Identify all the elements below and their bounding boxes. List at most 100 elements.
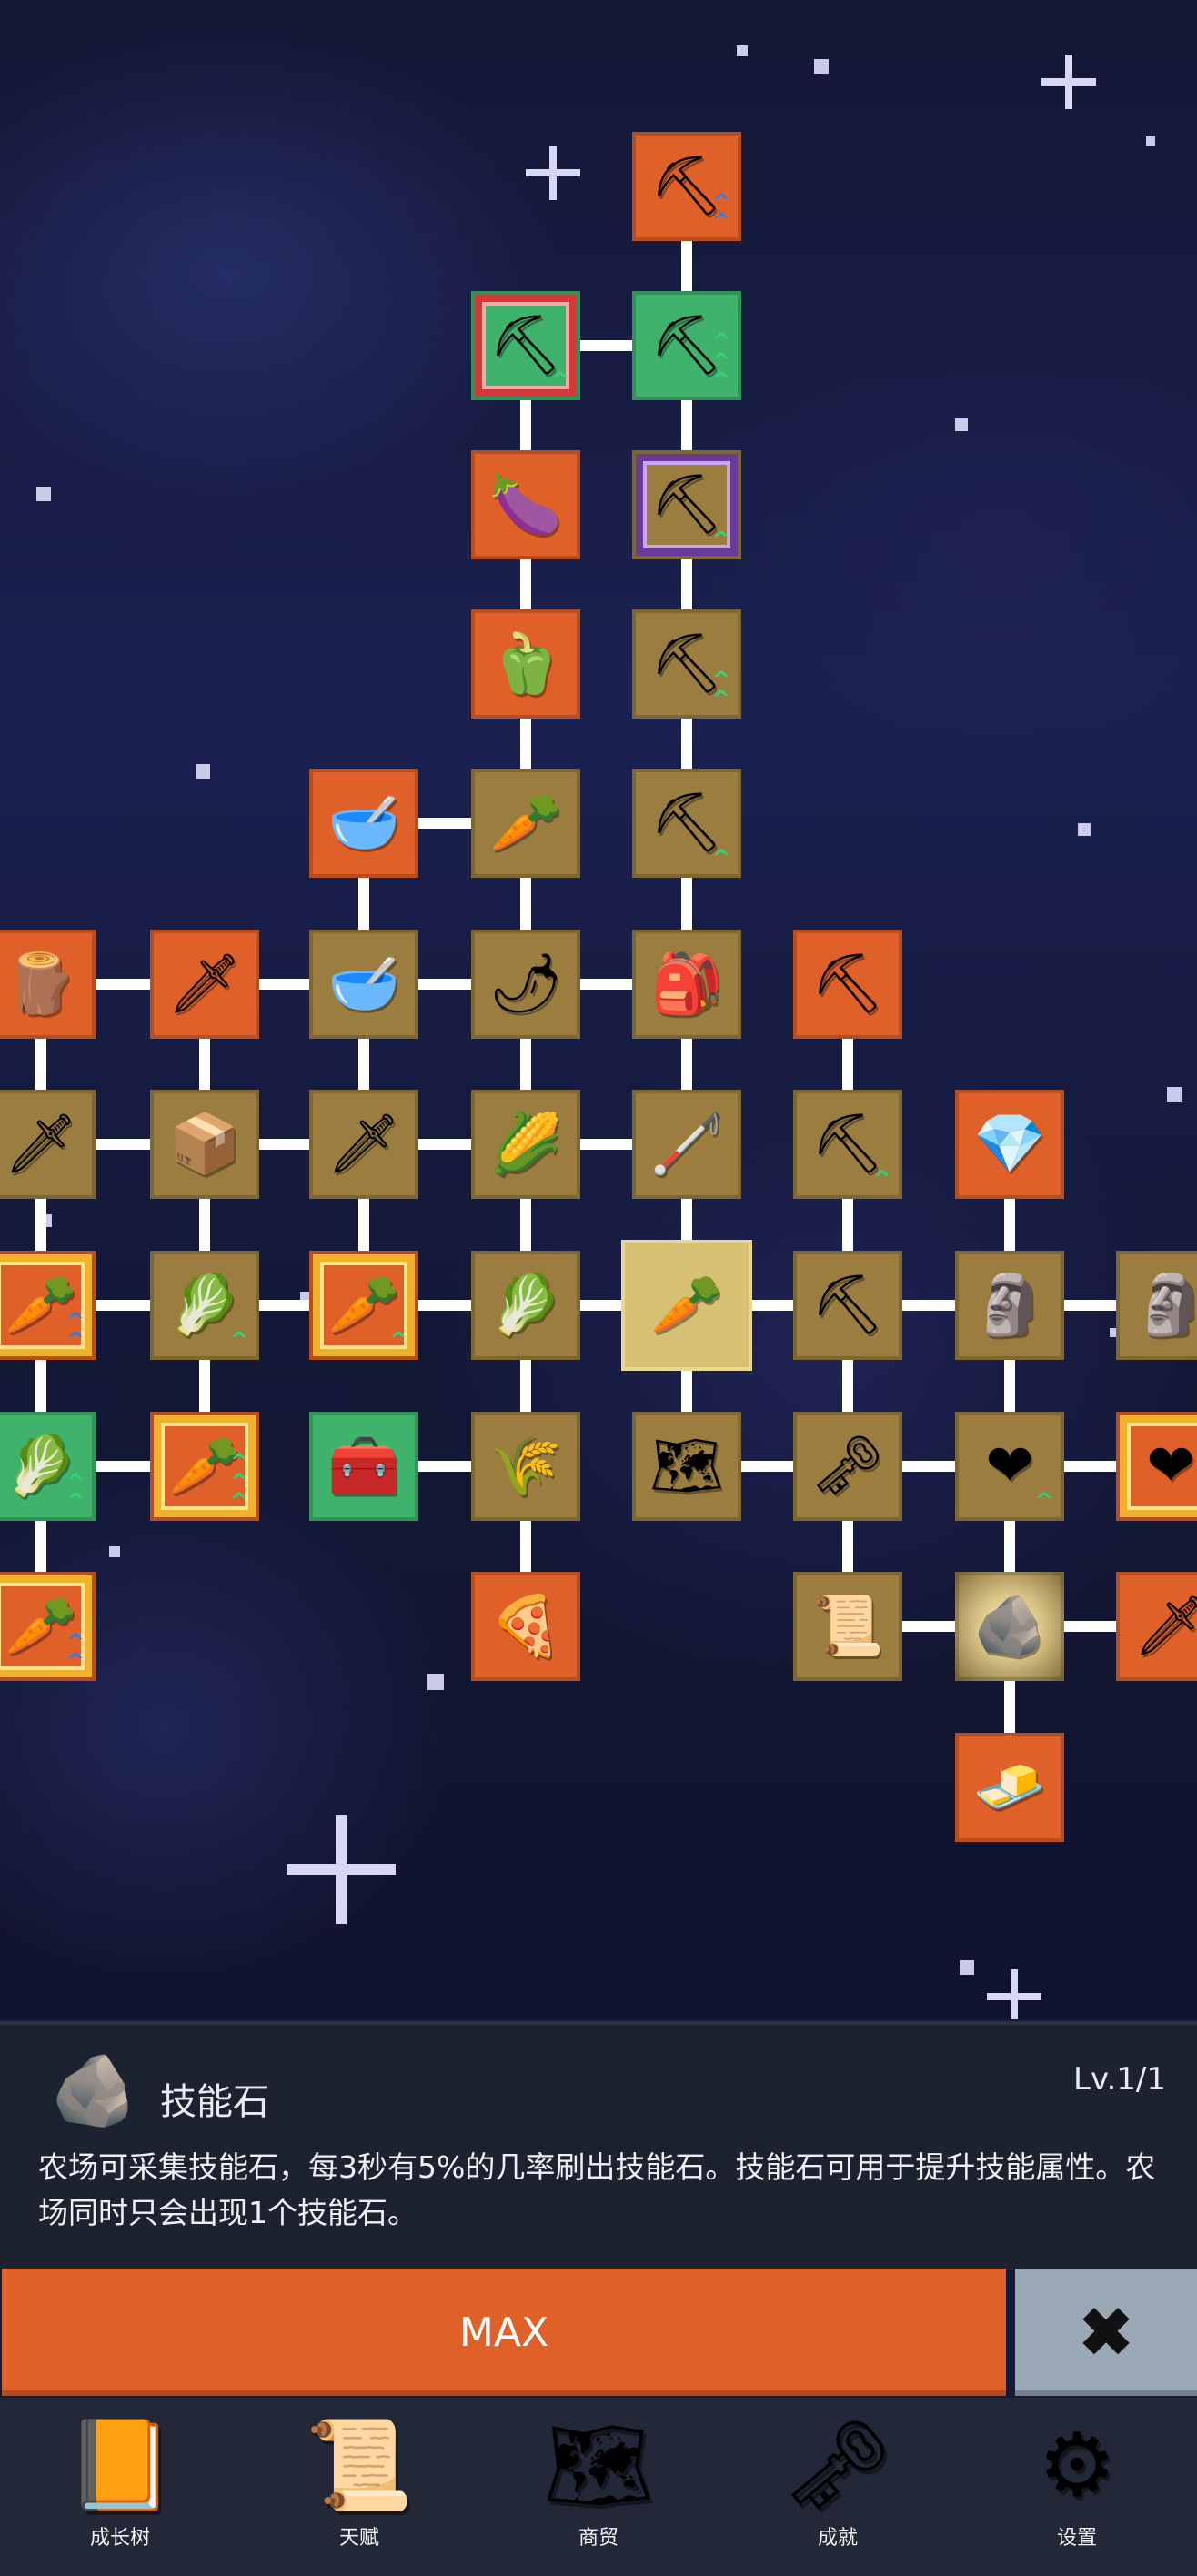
skill-node-sword[interactable]: 🗡 bbox=[0, 1090, 96, 1199]
skill-node-pickaxe[interactable]: ⛏ bbox=[793, 930, 902, 1039]
pepper-icon: 🫑 bbox=[489, 630, 562, 698]
detail-panel: 🪨 技能石 Lv.1/1 农场可采集技能石，每3秒有5%的几率刷出技能石。技能石… bbox=[0, 2021, 1197, 2270]
skill-node-shovel[interactable]: ⛏ ^ bbox=[632, 769, 741, 878]
nav-growth-tree[interactable]: 📙 成长树 bbox=[29, 2398, 211, 2576]
skill-node-skill-stone[interactable]: 🪨 bbox=[955, 1572, 1064, 1681]
nav-settings[interactable]: ⚙ 设置 bbox=[986, 2398, 1168, 2576]
skill-node-carrot[interactable]: 🥕 ^ bbox=[309, 1251, 418, 1360]
cabbage-icon: 🥬 bbox=[489, 1272, 562, 1339]
nav-label: 成长树 bbox=[89, 2527, 150, 2550]
skill-tree-canvas[interactable]: ⛏ ^ ^ ⛏ ^ ^ ^ ⛏ ^ 🍆 ⛏ ^ 🫑 ⛏ ^ ^ 🥣 🥕 ⛏ ^ 🪵 🗡 🥣 🌶 🎒 ⛏ 🗡 📦 🗡 🌽 🦯 ⛏ ^ 💎 🥕 ^ ^ 🥬 ^ 🥕… bbox=[0, 0, 1197, 2019]
star bbox=[428, 1674, 444, 1690]
skill-node-cabbage[interactable]: 🥬 ^ ^ bbox=[0, 1412, 96, 1521]
skill-description: 农场可采集技能石，每3秒有5%的几率刷出技能石。技能石可用于提升技能属性。农场同… bbox=[38, 2149, 1156, 2230]
skill-node-sword[interactable]: 🗡 bbox=[309, 1090, 418, 1199]
book-icon: 📙 bbox=[65, 2414, 175, 2516]
nav-label: 设置 bbox=[1056, 2527, 1097, 2550]
skill-node-backpack[interactable]: 🎒 bbox=[632, 930, 741, 1039]
carrot-icon: 🥕 bbox=[650, 1272, 723, 1339]
skill-node-carrot[interactable]: 🥕 ^ ^ bbox=[0, 1251, 96, 1360]
shovel-icon: ⛏ bbox=[649, 471, 724, 538]
star bbox=[960, 1960, 974, 1975]
skill-name: 技能石 bbox=[160, 2081, 269, 2123]
sword-icon: 🗡 bbox=[167, 951, 242, 1018]
parsnip-icon: 🌾 bbox=[489, 1433, 562, 1500]
skill-node-statue[interactable]: 🗿 bbox=[1116, 1251, 1197, 1360]
skill-node-shovel[interactable]: ⛏ ^ bbox=[632, 450, 741, 559]
skill-level: Lv.1/1 bbox=[1073, 2061, 1166, 2098]
skill-node-statue[interactable]: 🗿 bbox=[955, 1251, 1064, 1360]
upgrade-arrows-icon: ^ bbox=[388, 1327, 407, 1353]
nav-trade[interactable]: 🗺 商贸 bbox=[508, 2398, 689, 2576]
gear-icon: ⚙ bbox=[1037, 2414, 1117, 2516]
skill-node-eggplant[interactable]: 🍆 bbox=[471, 450, 580, 559]
skill-node-shovel[interactable]: ⛏ ^ ^ bbox=[632, 132, 741, 241]
upgrade-arrows-icon: ^ ^ bbox=[711, 666, 730, 712]
chili-icon: 🌶 bbox=[488, 951, 563, 1018]
upgrade-arrows-icon: ^ bbox=[711, 845, 730, 871]
skill-node-heart[interactable]: ❤ bbox=[1116, 1412, 1197, 1521]
skill-node-wood-crate[interactable]: 🪵 bbox=[0, 930, 96, 1039]
skill-node-crate[interactable]: 📦 bbox=[150, 1090, 259, 1199]
nav-label: 天赋 bbox=[338, 2527, 379, 2550]
skill-node-sword[interactable]: 🗡 bbox=[150, 930, 259, 1039]
skill-node-bowl[interactable]: 🥣 bbox=[309, 930, 418, 1039]
close-button[interactable]: ✖ bbox=[1015, 2269, 1197, 2396]
upgrade-arrows-icon: ^ bbox=[1034, 1488, 1053, 1514]
skill-node-carrot[interactable]: 🥕 bbox=[621, 1240, 752, 1371]
skill-node-shovel[interactable]: ⛏ ^ ^ bbox=[632, 609, 741, 719]
skill-node-pizza[interactable]: 🍕 bbox=[471, 1572, 580, 1681]
skill-node-cabbage[interactable]: 🥬 bbox=[471, 1251, 580, 1360]
upgrade-arrows-icon: ^ bbox=[872, 1166, 891, 1192]
skill-node-butter[interactable]: 🧈 bbox=[955, 1733, 1064, 1842]
skill-node-carrot[interactable]: 🥕 ^ ^ ^ bbox=[150, 1412, 259, 1521]
skill-node-sword[interactable]: 🗡 bbox=[1116, 1572, 1197, 1681]
skill-node-crystal[interactable]: 💎 bbox=[955, 1090, 1064, 1199]
skill-node-rod[interactable]: 🦯 bbox=[632, 1090, 741, 1199]
max-button[interactable]: MAX bbox=[2, 2269, 1006, 2396]
skill-node-chili[interactable]: 🌶 bbox=[471, 930, 580, 1039]
nav-label: 商贸 bbox=[578, 2527, 619, 2550]
bowl-icon: 🥣 bbox=[327, 790, 400, 857]
skill-node-scroll[interactable]: 📜 bbox=[793, 1572, 902, 1681]
upgrade-arrows-icon: ^ ^ ^ bbox=[711, 328, 730, 394]
upgrade-arrows-icon: ^ ^ bbox=[65, 1468, 85, 1514]
bottom-navbar: 📙 成长树 📜 天赋 🗺 商贸 🗝 成就 ⚙ 设置 bbox=[0, 2398, 1197, 2576]
skill-node-map[interactable]: 🗺 bbox=[632, 1412, 741, 1521]
map-icon: 🗺 bbox=[543, 2414, 654, 2516]
skill-node-bowl[interactable]: 🥣 bbox=[309, 769, 418, 878]
skill-stone-icon: 🪨 bbox=[973, 1593, 1046, 1660]
star bbox=[36, 487, 51, 501]
scroll-icon: 📜 bbox=[305, 2414, 414, 2516]
crate-icon: 📦 bbox=[168, 1111, 241, 1178]
skill-node-carrot[interactable]: 🥕 ^ ^ bbox=[0, 1572, 96, 1681]
statue-icon: 🗿 bbox=[973, 1272, 1046, 1339]
shovel-icon: ⛏ bbox=[649, 790, 724, 857]
skill-node-pickaxe[interactable]: ⛏ bbox=[793, 1251, 902, 1360]
upgrade-arrows-icon: ^ ^ bbox=[65, 1307, 85, 1353]
nav-achievement[interactable]: 🗝 成就 bbox=[747, 2398, 929, 2576]
shovel-icon: ⛏ bbox=[488, 312, 563, 379]
backpack-icon: 🎒 bbox=[650, 951, 723, 1018]
skill-node-key[interactable]: 🗝 bbox=[793, 1412, 902, 1521]
skill-node-radish[interactable]: 🥕 bbox=[471, 769, 580, 878]
nav-talent[interactable]: 📜 天赋 bbox=[268, 2398, 450, 2576]
star bbox=[814, 59, 829, 74]
skill-node-cabbage[interactable]: 🥬 ^ bbox=[150, 1251, 259, 1360]
star bbox=[737, 45, 748, 56]
skill-node-heart[interactable]: ❤ ^ bbox=[955, 1412, 1064, 1521]
scroll-icon: 📜 bbox=[811, 1593, 884, 1660]
skill-node-parsnip[interactable]: 🌾 bbox=[471, 1412, 580, 1521]
pizza-icon: 🍕 bbox=[489, 1593, 562, 1660]
star bbox=[109, 1546, 120, 1557]
skill-node-shovel[interactable]: ⛏ ^ ^ ^ bbox=[632, 291, 741, 400]
butter-icon: 🧈 bbox=[973, 1754, 1046, 1821]
skill-node-treasure-chest[interactable]: 🧰 bbox=[309, 1412, 418, 1521]
sparkle-star bbox=[987, 1969, 1041, 2019]
statue-icon: 🗿 bbox=[1134, 1272, 1197, 1339]
skill-node-pickaxe[interactable]: ⛏ ^ bbox=[793, 1090, 902, 1199]
wood-crate-icon: 🪵 bbox=[5, 951, 77, 1018]
skill-node-shovel[interactable]: ⛏ ^ bbox=[471, 291, 580, 400]
skill-node-corn[interactable]: 🌽 bbox=[471, 1090, 580, 1199]
skill-node-pepper[interactable]: 🫑 bbox=[471, 609, 580, 719]
